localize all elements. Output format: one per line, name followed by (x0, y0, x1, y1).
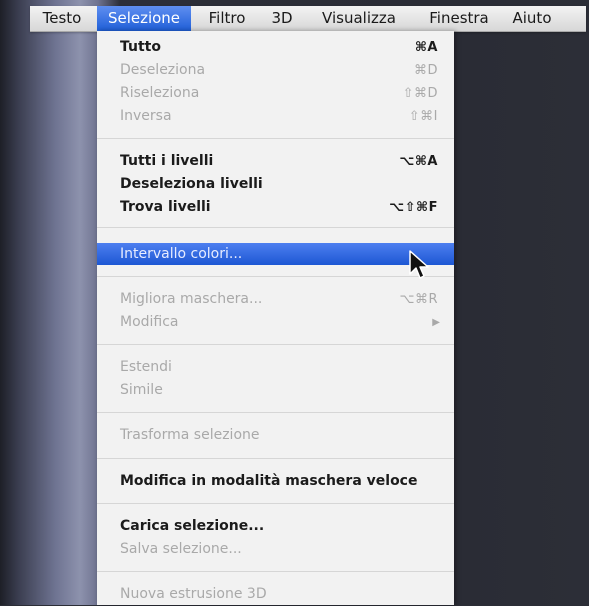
menu-item-label: Deseleziona livelli (120, 176, 263, 192)
menu-item-label: Tutti i livelli (120, 153, 214, 169)
menu-item-label: Modifica (120, 314, 179, 330)
menu-item-label: Deseleziona (120, 62, 206, 78)
menu-item-label: Simile (120, 382, 163, 398)
menu-finestra[interactable]: Finestra (412, 6, 506, 31)
menu-item-simile: Simile (97, 379, 454, 402)
menu-separator (97, 227, 454, 228)
menu-item-nuova-estrusione-3d: Nuova estrusione 3D (97, 583, 454, 606)
menu-separator (97, 503, 454, 504)
menu-item-label: Intervallo colori... (120, 246, 243, 262)
selezione-dropdown-menu: Tutto ⌘A Deseleziona ⌘D Riseleziona ⇧⌘D … (97, 31, 454, 605)
menu-visualizza[interactable]: Visualizza (308, 6, 410, 31)
menu-item-estendi: Estendi (97, 356, 454, 379)
menu-item-label: Estendi (120, 359, 172, 375)
menu-testo[interactable]: Testo (30, 6, 94, 31)
menu-item-label: Carica selezione... (120, 518, 265, 534)
menu-item-shortcut: ⇧⌘I (408, 109, 438, 124)
mouse-pointer-icon (409, 250, 429, 279)
menu-separator (97, 138, 454, 139)
triangle-right-icon: ▶ (432, 317, 440, 328)
menu-bar: Testo Selezione Filtro 3D Visualizza Fin… (30, 6, 586, 32)
menu-item-shortcut: ⌘A (414, 40, 438, 55)
menu-item-deseleziona: Deseleziona ⌘D (97, 59, 454, 82)
menu-item-label: Trova livelli (120, 199, 211, 215)
menu-item-trasforma-selezione: Trasforma selezione (97, 424, 454, 447)
menu-item-label: Nuova estrusione 3D (120, 586, 267, 602)
menu-item-label: Modifica in modalità maschera veloce (120, 473, 418, 489)
menu-separator (97, 276, 454, 277)
menu-item-label: Trasforma selezione (120, 427, 260, 443)
menu-item-salva-selezione: Salva selezione... (97, 538, 454, 561)
menu-item-label: Tutto (120, 39, 161, 55)
menu-item-tutto[interactable]: Tutto ⌘A (97, 36, 454, 59)
menu-item-riseleziona: Riseleziona ⇧⌘D (97, 82, 454, 105)
menu-item-modifica: Modifica ▶ (97, 311, 454, 334)
menu-filtro[interactable]: Filtro (196, 6, 258, 31)
menu-item-migliora-maschera: Migliora maschera... ⌥⌘R (97, 288, 454, 311)
menu-item-carica-selezione[interactable]: Carica selezione... (97, 515, 454, 538)
menu-separator (97, 344, 454, 345)
menu-item-trova-livelli[interactable]: Trova livelli ⌥⇧⌘F (97, 196, 454, 219)
menu-item-label: Migliora maschera... (120, 291, 263, 307)
menu-separator (97, 571, 454, 572)
menu-selezione[interactable]: Selezione (97, 6, 191, 31)
menu-item-maschera-veloce[interactable]: Modifica in modalità maschera veloce (97, 470, 454, 493)
menu-item-label: Salva selezione... (120, 541, 242, 557)
menu-item-tutti-i-livelli[interactable]: Tutti i livelli ⌥⌘A (97, 150, 454, 173)
menu-item-shortcut: ⌥⌘A (399, 154, 438, 169)
menu-item-label: Inversa (120, 108, 172, 124)
menu-item-shortcut: ⌥⌘R (399, 292, 438, 307)
menu-separator (97, 412, 454, 413)
menu-item-shortcut: ⌥⇧⌘F (389, 200, 438, 215)
menu-item-inversa: Inversa ⇧⌘I (97, 105, 454, 128)
menu-item-shortcut: ⇧⌘D (402, 86, 438, 101)
menu-separator (97, 458, 454, 459)
menu-3d[interactable]: 3D (262, 6, 302, 31)
menu-item-label: Riseleziona (120, 85, 200, 101)
menu-item-shortcut: ⌘D (413, 63, 438, 78)
menu-item-deseleziona-livelli[interactable]: Deseleziona livelli (97, 173, 454, 196)
menu-item-intervallo-colori[interactable]: Intervallo colori... (97, 243, 454, 265)
menu-aiuto[interactable]: Aiuto (502, 6, 562, 31)
